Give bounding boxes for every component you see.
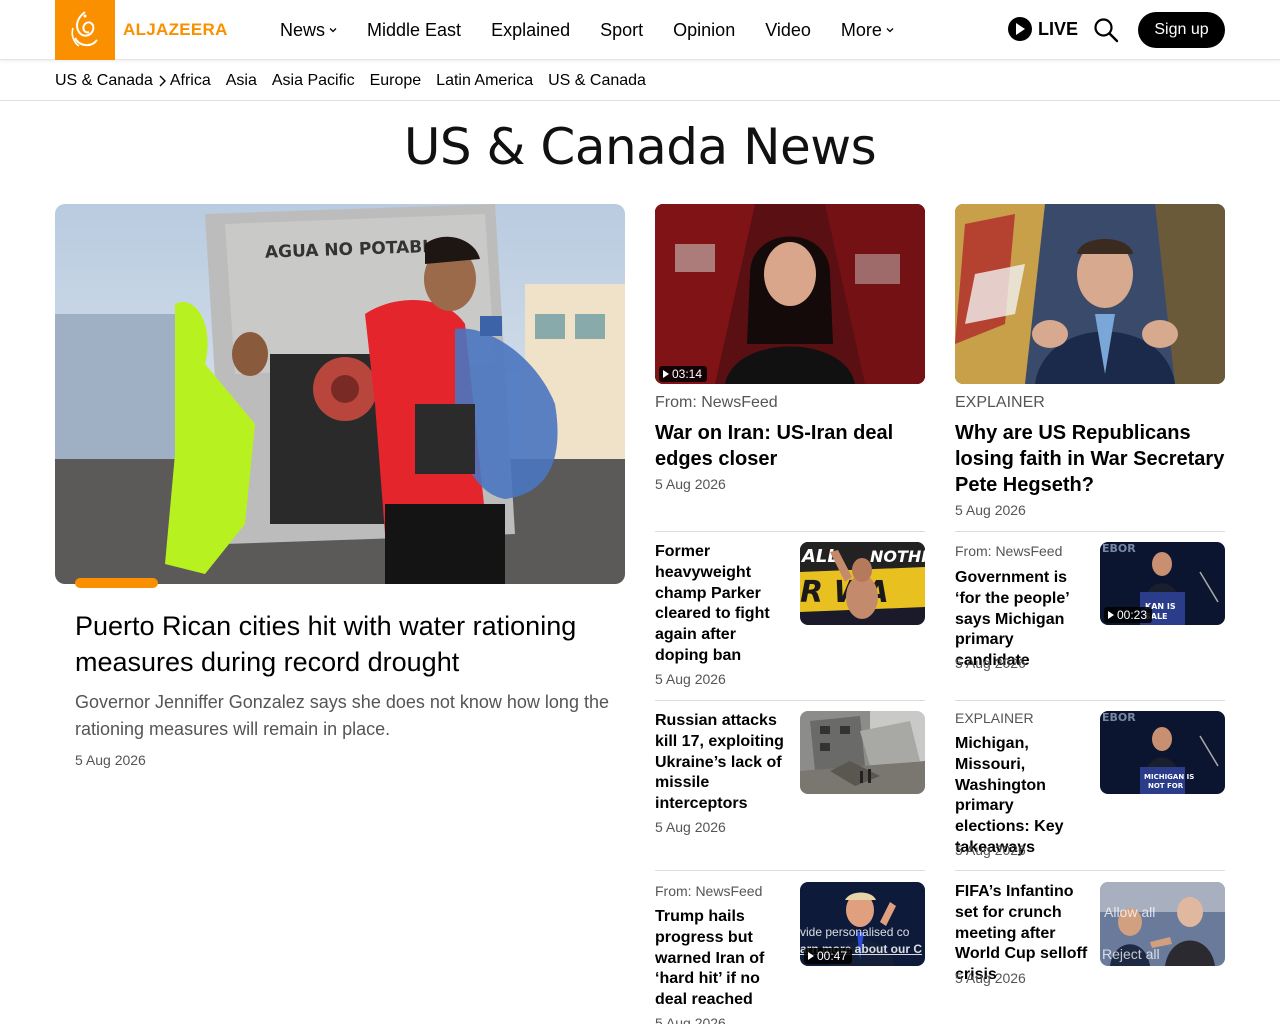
nav-label: Opinion: [673, 19, 736, 40]
svg-text:NOTHIN: NOTHIN: [870, 547, 925, 566]
list-item-date: 5 Aug 2026: [655, 1015, 726, 1024]
chevron-down-icon: [886, 28, 894, 33]
list-item-title[interactable]: Former heavyweight champ Parker cleared …: [655, 542, 790, 667]
video-duration-badge: 00:47: [804, 948, 853, 964]
list-image-russian-attacks[interactable]: [800, 711, 925, 794]
logo-wordmark: ALJAZEERA: [123, 20, 228, 39]
divider: [655, 700, 925, 701]
nav-label: Sport: [600, 19, 644, 40]
site-logo[interactable]: ALJAZEERA: [55, 0, 228, 60]
list-item-kicker[interactable]: From: NewsFeed: [955, 543, 1062, 559]
card-date: 5 Aug 2026: [955, 502, 1026, 518]
duration-label: 03:14: [672, 367, 703, 381]
nav-item-sport[interactable]: Sport: [600, 20, 643, 41]
divider: [955, 870, 1225, 871]
divider: [655, 870, 925, 871]
list-item-title[interactable]: Russian attacks kill 17, exploiting Ukra…: [655, 711, 790, 815]
duration-label: 00:23: [1117, 608, 1148, 622]
live-label: LIVE: [1038, 18, 1079, 39]
nav-item-more[interactable]: More: [841, 20, 894, 41]
subnav-item-us-canada[interactable]: US & Canada: [548, 72, 646, 90]
divider: [955, 700, 1225, 701]
card-kicker[interactable]: From: NewsFeed: [655, 394, 778, 412]
card-title[interactable]: War on Iran: US-Iran deal edges closer: [655, 420, 925, 472]
subnav-item-africa[interactable]: Africa: [170, 72, 211, 90]
list-item-date: 5 Aug 2026: [955, 655, 1026, 671]
card-title[interactable]: Why are US Republicans losing faith in W…: [955, 420, 1225, 498]
list-image-trump[interactable]: vide personalised co arn more about our …: [800, 882, 925, 966]
nav-item-explained[interactable]: Explained: [491, 20, 570, 41]
nav-label: Video: [765, 19, 811, 40]
search-icon[interactable]: [1093, 17, 1119, 43]
logo-mark: [55, 0, 115, 60]
list-item-date: 5 Aug 2026: [955, 970, 1026, 986]
svg-text:MICHIGAN IS: MICHIGAN IS: [1144, 773, 1194, 781]
subnav-item-asia-pacific[interactable]: Asia Pacific: [272, 72, 355, 90]
card-image-hegseth[interactable]: [955, 204, 1225, 384]
divider: [655, 531, 925, 532]
featured-description: Governor Jenniffer Gonzalez says she doe…: [75, 692, 609, 739]
list-item-date: 5 Aug 2026: [955, 842, 1026, 858]
featured-title[interactable]: Puerto Rican cities hit with water ratio…: [75, 608, 615, 680]
play-icon: [663, 370, 669, 378]
play-icon: [808, 952, 814, 960]
live-button[interactable]: LIVE: [1008, 17, 1078, 41]
list-image-infantino[interactable]: Allow all Reject all: [1100, 882, 1225, 966]
chevron-right-icon: [159, 75, 166, 86]
list-image-primary-elections[interactable]: EBOR MICHIGAN IS NOT FOR: [1100, 711, 1225, 794]
cookie-banner-text: vide personalised co: [800, 925, 910, 939]
svg-text:EBOR: EBOR: [1102, 542, 1136, 555]
featured-date: 5 Aug 2026: [75, 752, 146, 768]
card-image-iran-deal[interactable]: 03:14: [655, 204, 925, 384]
sub-nav: US & Canada Africa Asia Asia Pacific Eur…: [0, 61, 1280, 101]
subnav-item-europe[interactable]: Europe: [370, 72, 422, 90]
nav-item-video[interactable]: Video: [765, 20, 811, 41]
nav-label: More: [840, 19, 882, 40]
list-item-title[interactable]: Trump hails progress but warned Iran of …: [655, 907, 790, 1011]
card-kicker[interactable]: EXPLAINER: [955, 394, 1045, 412]
nav-label: Explained: [491, 19, 571, 40]
play-icon: [1008, 17, 1032, 41]
cookie-allow-all-button[interactable]: Allow all: [1104, 904, 1155, 920]
list-image-parker[interactable]: ALL NOTHIN R WA: [800, 542, 925, 625]
featured-image[interactable]: AGUA NO POTABLE: [55, 204, 625, 584]
card-date: 5 Aug 2026: [655, 476, 726, 492]
sign-up-button[interactable]: Sign up: [1138, 12, 1225, 48]
main-nav: News Middle East Explained Sport Opinion…: [280, 0, 924, 60]
video-duration-badge: 00:23: [1104, 607, 1153, 623]
nav-item-news[interactable]: News: [280, 20, 337, 41]
video-duration-badge: 03:14: [659, 366, 708, 382]
subnav-current: US & Canada: [55, 72, 170, 90]
divider: [955, 531, 1225, 532]
nav-item-opinion[interactable]: Opinion: [673, 20, 735, 41]
subnav-item-latin-america[interactable]: Latin America: [436, 72, 533, 90]
list-item-kicker[interactable]: EXPLAINER: [955, 710, 1034, 726]
list-item-date: 5 Aug 2026: [655, 819, 726, 835]
list-item-title[interactable]: Michigan, Missouri, Washington primary e…: [955, 734, 1090, 859]
nav-label: Middle East: [367, 19, 462, 40]
logo-calligraphy-icon: [71, 11, 98, 47]
cookie-reject-all-button[interactable]: Reject all: [1102, 946, 1160, 962]
nav-item-middle-east[interactable]: Middle East: [367, 20, 461, 41]
svg-text:EBOR: EBOR: [1102, 711, 1136, 724]
list-image-michigan-candidate[interactable]: EBOR KAN IS SALE 00:23: [1100, 542, 1225, 625]
top-header: ALJAZEERA News Middle East Explained Spo…: [0, 0, 1280, 60]
list-item-kicker[interactable]: From: NewsFeed: [655, 883, 762, 899]
duration-label: 00:47: [817, 949, 848, 963]
nav-label: News: [280, 19, 326, 40]
subnav-current-label: US & Canada: [55, 71, 153, 89]
chevron-down-icon: [329, 28, 337, 33]
page-title: US & Canada News: [403, 118, 877, 176]
list-item-date: 5 Aug 2026: [655, 671, 726, 687]
svg-text:NOT FOR: NOT FOR: [1148, 782, 1184, 790]
play-icon: [1108, 611, 1114, 619]
subnav-item-asia[interactable]: Asia: [226, 72, 257, 90]
featured-accent-bar: [75, 578, 158, 588]
